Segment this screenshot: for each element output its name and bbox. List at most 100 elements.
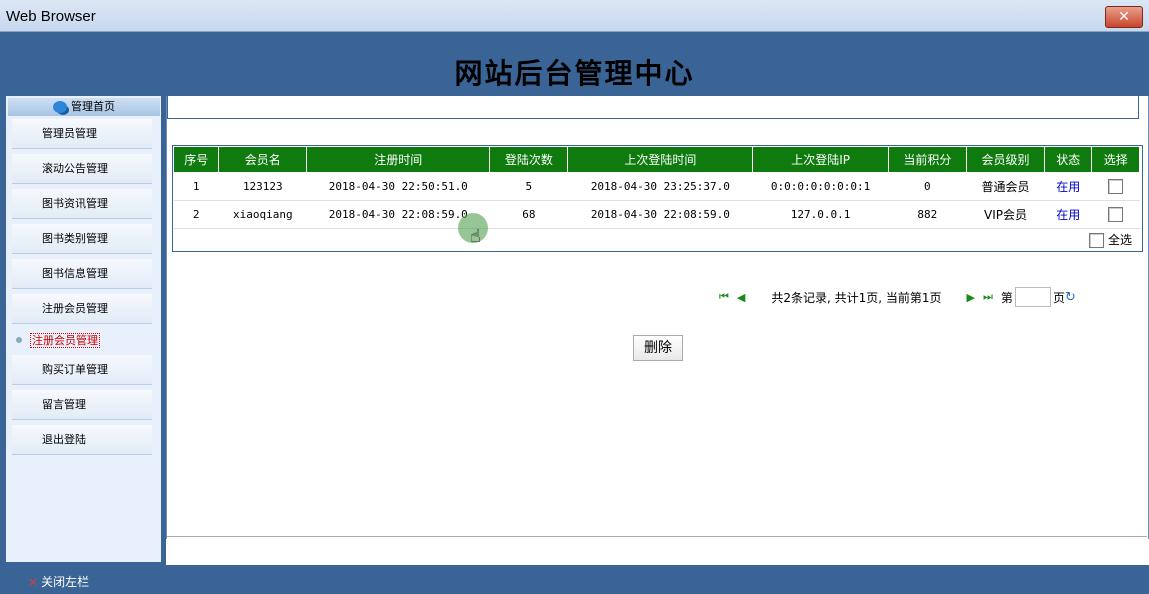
last-page-icon[interactable]: ⏭ [983, 290, 993, 304]
sidebar-item[interactable]: 图书类别管理 [12, 224, 152, 254]
sidebar-item-label: 图书类别管理 [42, 232, 108, 245]
table-cell: VIP会员 [983, 208, 1027, 222]
select-cell [1091, 172, 1140, 201]
table-cell-wrap: 0:0:0:0:0:0:0:1 [752, 172, 889, 201]
sidebar-item[interactable]: 购买订单管理 [12, 355, 152, 385]
sidebar-home-label: 管理首页 [71, 100, 115, 113]
table-cell-wrap: 2018-04-30 22:50:51.0 [306, 172, 490, 201]
select-all[interactable]: 全选 [1089, 231, 1132, 248]
monitor-icon [53, 101, 67, 113]
first-page-icon[interactable]: ⏮ [719, 290, 729, 304]
column-header: 选择 [1091, 146, 1140, 173]
select-all-label: 全选 [1107, 233, 1132, 247]
column-header: 状态 [1044, 146, 1093, 173]
close-icon: × [28, 575, 39, 589]
sidebar-item-label: 图书信息管理 [42, 267, 108, 280]
row-checkbox[interactable] [1108, 207, 1124, 222]
column-header: 注册时间 [306, 146, 491, 173]
sidebar-item-label: 图书资讯管理 [42, 197, 108, 210]
table-cell-wrap: 2018-04-30 22:08:59.0 [567, 200, 753, 229]
next-page-icon[interactable]: ▶ [967, 291, 975, 304]
page-number-input[interactable] [1014, 287, 1051, 307]
divider [167, 536, 1147, 537]
status-link[interactable]: 在用 [1056, 208, 1080, 222]
table-cell-wrap: 2018-04-30 23:25:37.0 [567, 172, 753, 201]
table-cell-wrap: 在用 [1044, 200, 1092, 229]
table-cell: xiaoqiang [233, 208, 293, 221]
members-table-panel: 序号 会员名 注册时间 登陆次数 上次登陆时间 上次登陆IP 当前积分 会员级别 状态 选择 11… [172, 145, 1143, 252]
table-cell-wrap: 1 [173, 172, 219, 201]
close-left-panel-link[interactable]: × 关闭左栏 [28, 573, 89, 590]
sidebar-item[interactable]: 留言管理 [12, 390, 152, 420]
sidebar-item-label: 注册会员管理 [30, 333, 100, 348]
pagination: ⏮ ◀ 共2条记录, 共计1页, 当前第1页 ▶ ⏭ 第 页 ↻ [719, 287, 1076, 307]
table-cell: 68 [522, 208, 536, 221]
sidebar-item[interactable]: 图书资讯管理 [12, 189, 152, 219]
sidebar-item-label: 管理员管理 [42, 127, 97, 140]
goto-prefix: 第 [1000, 290, 1013, 305]
sidebar-item[interactable]: 滚动公告管理 [12, 154, 152, 184]
sidebar-item-label: 退出登陆 [42, 433, 86, 446]
table-cell-wrap: 普通会员 [966, 172, 1045, 201]
table-cell-wrap: 68 [489, 200, 568, 229]
table-cell: 2018-04-30 22:08:59.0 [590, 208, 730, 221]
hand-cursor-icon: ☝ [470, 226, 481, 247]
column-header: 会员级别 [965, 146, 1046, 173]
column-header: 当前积分 [887, 146, 967, 173]
table-cell: 123123 [242, 180, 283, 193]
window-close-button[interactable]: ✕ [1105, 6, 1143, 28]
column-header: 会员名 [218, 146, 308, 173]
table-cell: 2 [192, 208, 200, 221]
select-cell [1091, 200, 1140, 229]
sidebar-item[interactable]: 注册会员管理 [12, 326, 152, 356]
table-cell-wrap: 882 [888, 200, 967, 229]
page-title: 网站后台管理中心 [454, 57, 695, 90]
row-checkbox[interactable] [1108, 179, 1124, 194]
table-cell-wrap: 在用 [1044, 172, 1092, 201]
table-row: 2 xiaoqiang 2018-04-30 22:08:59.0 68 2018-04… [173, 200, 1140, 229]
column-header: 上次登陆IP [752, 146, 889, 173]
goto-suffix: 页 [1052, 290, 1065, 305]
table-cell: 127.0.0.1 [790, 208, 851, 221]
status-link[interactable]: 在用 [1056, 180, 1080, 194]
table-cell: 2018-04-30 23:25:37.0 [590, 180, 730, 193]
table-cell-wrap: xiaoqiang [218, 200, 307, 229]
content-topbar [167, 96, 1139, 119]
sidebar-item[interactable]: 图书信息管理 [12, 259, 152, 289]
column-header: 登陆次数 [489, 146, 569, 173]
table-cell-wrap: 5 [489, 172, 568, 201]
select-all-checkbox[interactable] [1089, 233, 1105, 248]
table-cell: 0:0:0:0:0:0:0:1 [770, 180, 871, 193]
sidebar-item[interactable]: 注册会员管理 [12, 294, 152, 324]
close-left-label: 关闭左栏 [41, 575, 90, 589]
prev-page-icon[interactable]: ◀ [737, 291, 745, 304]
table-cell: 882 [917, 208, 938, 221]
sidebar-item[interactable]: 退出登陆 [12, 425, 152, 455]
go-page-icon[interactable]: ↻ [1065, 290, 1076, 305]
column-header: 上次登陆时间 [567, 146, 754, 173]
table-cell-wrap: 127.0.0.1 [752, 200, 889, 229]
table-cell-wrap: 0 [888, 172, 967, 201]
sidebar-item-label: 购买订单管理 [42, 363, 108, 376]
members-table: 序号 会员名 注册时间 登陆次数 上次登陆时间 上次登陆IP 当前积分 会员级别 状态 选择 11… [172, 146, 1140, 229]
table-cell: 2018-04-30 22:50:51.0 [328, 180, 468, 193]
table-cell: 5 [525, 180, 533, 193]
window-title: Web Browser [6, 8, 96, 25]
bullet-icon [16, 337, 22, 343]
table-cell: 2018-04-30 22:08:59.0 [328, 208, 468, 221]
sidebar-item-label: 注册会员管理 [42, 302, 108, 315]
table-cell-wrap: 2 [173, 200, 219, 229]
table-row: 1 123123 2018-04-30 22:50:51.0 5 2018-04-30 … [173, 172, 1140, 201]
sidebar: 管理首页 管理员管理 滚动公告管理 图书资讯管理 图书类别管理 图书信息管理 注册会员管理… [0, 96, 166, 565]
table-cell: 普通会员 [981, 180, 1030, 194]
table-cell-wrap: VIP会员 [966, 200, 1045, 229]
delete-button[interactable]: 删除 [633, 335, 683, 361]
window-titlebar: Web Browser ✕ [0, 0, 1149, 32]
footer-bar: × 关闭左栏 [0, 565, 1149, 594]
page-header: 网站后台管理中心 [0, 32, 1149, 96]
table-cell: 1 [192, 180, 200, 193]
sidebar-item[interactable]: 管理员管理 [12, 119, 152, 149]
sidebar-home[interactable]: 管理首页 [8, 98, 160, 116]
sidebar-item-label: 滚动公告管理 [42, 162, 108, 175]
column-header: 序号 [172, 146, 220, 173]
